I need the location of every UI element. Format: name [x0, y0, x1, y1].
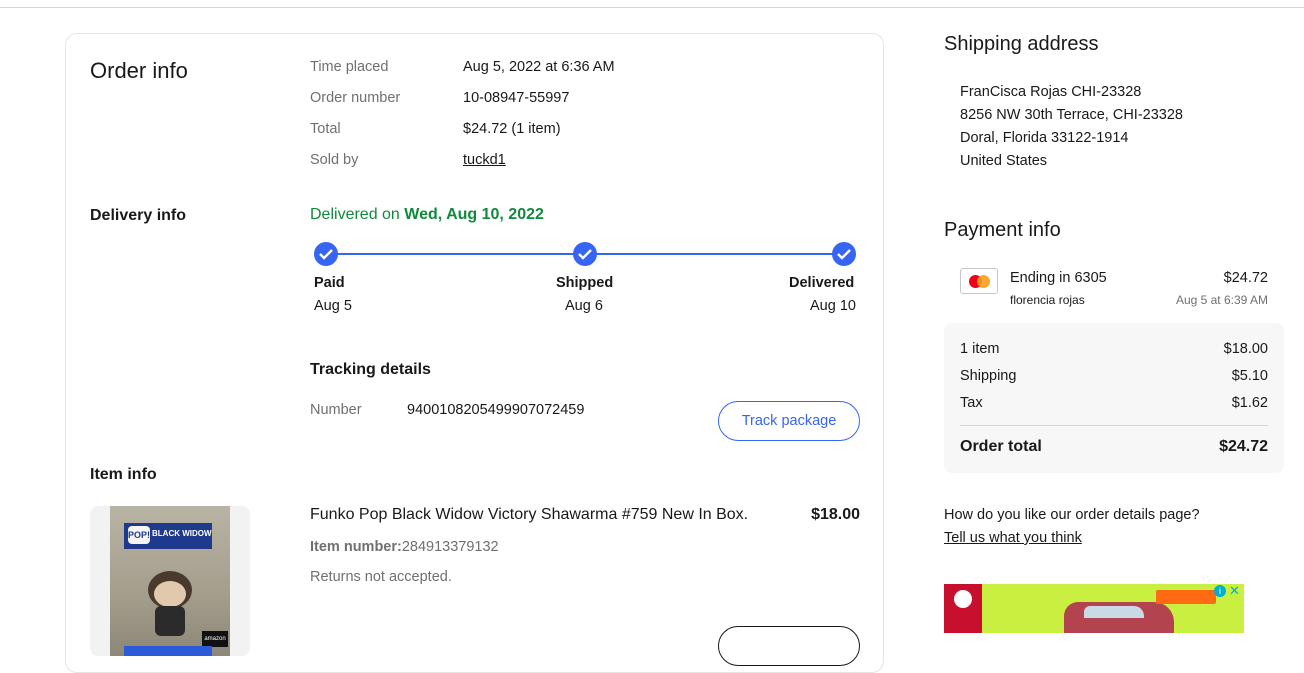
- delivery-info-title: Delivery info: [90, 207, 187, 224]
- cardholder-name: florencia rojas: [1010, 293, 1085, 307]
- ad-brand-strip: [944, 584, 982, 633]
- time-placed-label: Time placed: [310, 59, 389, 75]
- box-header: POP! BLACK WIDOW: [124, 523, 212, 549]
- amazon-sticker: amazon: [202, 631, 228, 647]
- item-info-title: Item info: [90, 466, 157, 483]
- figure-body: [155, 606, 185, 636]
- summary-items-label: 1 item: [960, 341, 1000, 357]
- step-delivered-label: Delivered: [789, 275, 855, 291]
- step-paid-date: Aug 5: [314, 298, 352, 314]
- delivery-status: Delivered on Wed, Aug 10, 2022: [310, 206, 544, 224]
- address-line-country: United States: [960, 153, 1048, 169]
- ad-logo-icon: [954, 590, 972, 608]
- item-number-line: Item number:284913379132: [310, 539, 499, 555]
- order-number-label: Order number: [310, 90, 401, 106]
- card-ending: Ending in 6305: [1010, 270, 1107, 286]
- summary-shipping-value: $5.10: [1231, 368, 1268, 384]
- order-number-value: 10-08947-55997: [463, 90, 570, 106]
- delivery-status-prefix: Delivered on: [310, 206, 400, 223]
- sold-by-label: Sold by: [310, 152, 359, 168]
- mastercard-icon: [960, 268, 998, 294]
- delivery-status-date: Wed, Aug 10, 2022: [404, 206, 544, 223]
- feedback-link[interactable]: Tell us what you think: [944, 530, 1082, 546]
- order-details-card: Order info Time placed Aug 5, 2022 at 6:…: [65, 33, 884, 673]
- summary-items-value: $18.00: [1223, 341, 1268, 357]
- advertisement-banner[interactable]: i ✕: [944, 584, 1244, 633]
- item-photo: POP! BLACK WIDOW amazon: [110, 506, 230, 656]
- check-delivered-icon: [832, 242, 856, 266]
- check-shipped-icon: [573, 242, 597, 266]
- shipping-address-title: Shipping address: [944, 33, 1099, 55]
- mastercard-orange-circle: [977, 275, 990, 288]
- time-placed-value: Aug 5, 2022 at 6:36 AM: [463, 59, 615, 75]
- item-number-value: 284913379132: [401, 539, 499, 555]
- item-thumbnail[interactable]: POP! BLACK WIDOW amazon: [90, 506, 250, 656]
- summary-tax-label: Tax: [960, 395, 983, 411]
- item-title-link[interactable]: Funko Pop Black Widow Victory Shawarma #…: [310, 506, 748, 524]
- item-action-button[interactable]: [718, 626, 860, 666]
- payment-info-title: Payment info: [944, 219, 1061, 241]
- payment-date: Aug 5 at 6:39 AM: [1175, 293, 1268, 307]
- order-total-value: $24.72: [1219, 438, 1268, 455]
- figure-face: [154, 581, 186, 607]
- order-info-title: Order info: [90, 58, 188, 83]
- funko-logo: POP!: [128, 526, 150, 544]
- track-package-button[interactable]: Track package: [718, 401, 860, 441]
- step-shipped-label: Shipped: [556, 275, 614, 291]
- ad-orange-banner: [1156, 590, 1216, 604]
- payment-amount: $24.72: [1223, 270, 1268, 286]
- summary-shipping-label: Shipping: [960, 368, 1017, 384]
- feedback-question: How do you like our order details page?: [944, 507, 1200, 523]
- order-total-label: Order total: [960, 438, 1042, 455]
- tracking-details-title: Tracking details: [310, 361, 431, 378]
- address-line-name: FranCisca Rojas CHI-23328: [960, 84, 1142, 100]
- order-summary: 1 item $18.00 Shipping $5.10 Tax $1.62 O…: [944, 323, 1284, 473]
- check-paid-icon: [314, 242, 338, 266]
- total-value: $24.72 (1 item): [463, 121, 561, 137]
- total-label: Total: [310, 121, 341, 137]
- top-divider: [0, 7, 1304, 8]
- ad-info-icon[interactable]: i: [1214, 585, 1226, 597]
- box-name: BLACK WIDOW: [152, 529, 212, 538]
- step-delivered-date: Aug 10: [810, 298, 856, 314]
- address-line-city: Doral, Florida 33122-1914: [960, 130, 1129, 146]
- seller-link[interactable]: tuckd1: [463, 152, 506, 168]
- ad-close-icon[interactable]: ✕: [1229, 584, 1240, 599]
- returns-policy: Returns not accepted.: [310, 569, 452, 585]
- tracking-number: 9400108205499907072459: [407, 402, 585, 418]
- step-paid-label: Paid: [314, 275, 345, 291]
- item-price: $18.00: [811, 506, 860, 523]
- box-footer: [124, 646, 212, 656]
- item-number-label: Item number:: [310, 539, 402, 555]
- tracking-number-label: Number: [310, 402, 362, 418]
- step-shipped-date: Aug 6: [565, 298, 603, 314]
- summary-divider: [960, 425, 1268, 426]
- address-line-street: 8256 NW 30th Terrace, CHI-23328: [960, 107, 1183, 123]
- ad-car-window: [1084, 606, 1144, 618]
- summary-tax-value: $1.62: [1231, 395, 1268, 411]
